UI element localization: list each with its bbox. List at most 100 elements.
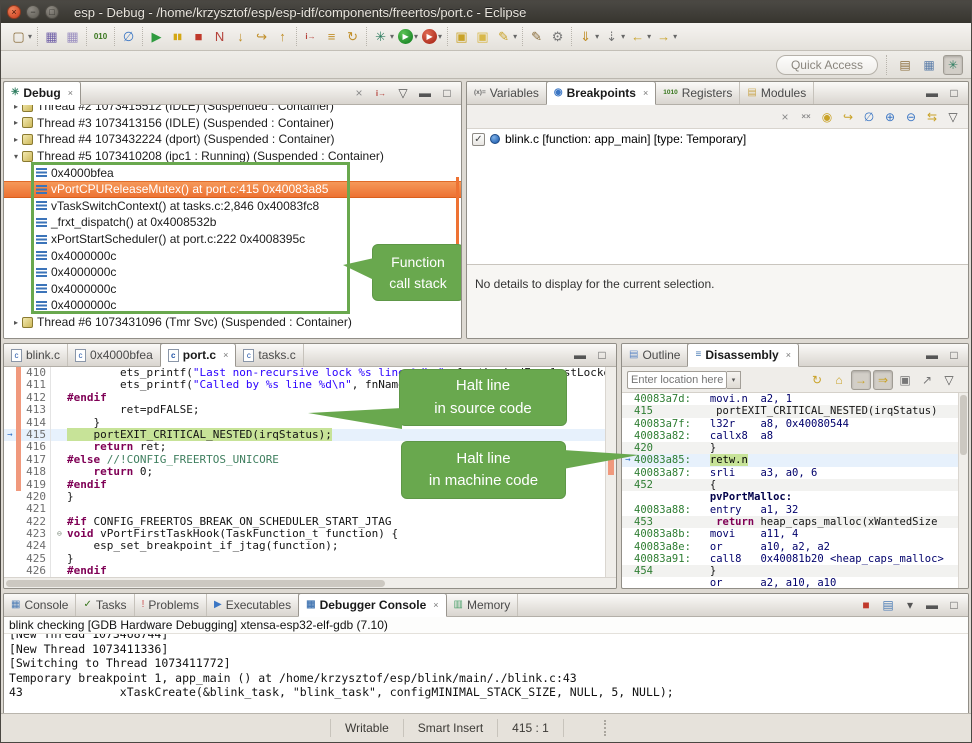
tree-expander-icon[interactable]: ▸	[10, 135, 22, 144]
back-button[interactable]: ←▾	[627, 27, 653, 46]
tab-breakpoints[interactable]: ◉Breakpoints×	[546, 81, 656, 105]
debug-perspective-button[interactable]: ✳	[943, 55, 963, 75]
instruction-stepping-mode-button[interactable]: i→	[371, 83, 391, 103]
open-element-button[interactable]: ▣	[451, 27, 472, 46]
collapse-all-button[interactable]: ⊖	[902, 108, 920, 126]
step-return-button[interactable]: ↑	[272, 27, 293, 46]
tab-tasks[interactable]: ✓Tasks	[76, 594, 134, 616]
remove-breakpoint-button[interactable]: ×	[776, 108, 794, 126]
console-output[interactable]: [New Thread 1073468744][New Thread 10734…	[4, 634, 968, 714]
open-new-view-button[interactable]: ↗	[917, 370, 937, 390]
debug-stack-frame[interactable]: vTaskSwitchContext() at tasks.c:2,846 0x…	[4, 198, 461, 215]
minimize-button[interactable]: ▬	[922, 595, 942, 615]
restart-button[interactable]: ↻	[342, 27, 363, 46]
debug-thread-row[interactable]: ▸Thread #4 1073432224 (dport) (Suspended…	[4, 131, 461, 148]
tab-problems[interactable]: !Problems	[135, 594, 207, 616]
debug-stack-frame[interactable]: 0x4000bfea	[4, 164, 461, 181]
minimize-button[interactable]: ▬	[415, 83, 435, 103]
last-edit-location-button-dropdown[interactable]: ▾	[595, 32, 599, 41]
location-dropdown[interactable]: ▾	[727, 371, 741, 389]
step-over-button[interactable]: ↪	[251, 27, 272, 46]
maximize-button[interactable]: □	[437, 83, 457, 103]
step-into-button[interactable]: ↓	[230, 27, 251, 46]
tab-close-icon[interactable]: ×	[68, 88, 73, 98]
skip-all-breakpoints-button[interactable]: ∅	[118, 27, 139, 46]
disconnect-button[interactable]: N	[209, 27, 230, 46]
editor-horizontal-scrollbar[interactable]	[4, 577, 616, 588]
maximize-button[interactable]: □	[944, 83, 964, 103]
terminate-button[interactable]: ■	[188, 27, 209, 46]
disasm-line[interactable]: 40083a7d: movi.n a2, 1	[622, 393, 968, 405]
mark-occurrences-button[interactable]: ✎	[526, 27, 547, 46]
tree-expander-icon[interactable]: ▸	[10, 118, 22, 127]
debug-thread-row[interactable]: ▸Thread #3 1073413156 (IDLE) (Suspended …	[4, 115, 461, 132]
maximize-button[interactable]: □	[592, 345, 612, 365]
breakpoint-row[interactable]: ✓ blink.c [function: app_main] [type: Te…	[467, 129, 968, 149]
tab-close-icon[interactable]: ×	[433, 600, 438, 610]
minimize-button[interactable]: ▬	[570, 345, 590, 365]
view-menu-button[interactable]: ▽	[939, 370, 959, 390]
minimize-button[interactable]: ▬	[922, 345, 942, 365]
tab-debugger-console[interactable]: ▦Debugger Console×	[298, 593, 446, 617]
show-supported-breakpoints-button[interactable]: ◉	[818, 108, 836, 126]
sync-selection-button[interactable]: ⇒	[873, 370, 893, 390]
minimize-button[interactable]: ▬	[922, 83, 942, 103]
refresh-button[interactable]: ↻	[807, 370, 827, 390]
instruction-stepping-button[interactable]: i→	[300, 27, 321, 46]
disassembly-scrollbar[interactable]	[958, 393, 968, 588]
run-button-dropdown[interactable]: ▾	[414, 32, 418, 41]
tab-port-c[interactable]: cport.c×	[160, 343, 237, 367]
search-button-dropdown[interactable]: ▾	[513, 32, 517, 41]
disasm-line[interactable]: 420 }	[622, 442, 968, 454]
terminate-button[interactable]: ■	[856, 595, 876, 615]
save-all-button[interactable]: ▦	[62, 27, 83, 46]
view-menu-button[interactable]: ▽	[944, 108, 962, 126]
new-wizard-button[interactable]: ▢▾	[8, 27, 34, 46]
link-with-debug-view-button[interactable]: ⇆	[923, 108, 941, 126]
disasm-line[interactable]: 40083a87: srli a3, a0, 6	[622, 467, 968, 479]
disasm-line[interactable]: 40083a82: callx8 a8	[622, 430, 968, 442]
code-line[interactable]: 426#endif	[4, 565, 616, 577]
tab-0x4000bfea[interactable]: c0x4000bfea	[68, 344, 161, 366]
debug-stack-frame[interactable]: _frxt_dispatch() at 0x4008532b	[4, 214, 461, 231]
expand-all-button[interactable]: ⊕	[881, 108, 899, 126]
window-close-icon[interactable]: ×	[7, 5, 21, 19]
build-all-button[interactable]: ⚙	[547, 27, 568, 46]
external-tools-button[interactable]: ▶▾	[420, 28, 444, 45]
window-maximize-icon[interactable]: □	[45, 5, 59, 19]
tree-expander-icon[interactable]: ▸	[10, 105, 22, 111]
disasm-line[interactable]: →40083a85: retw.n	[622, 454, 968, 466]
disasm-line[interactable]: 40083a8b: movi a11, 4	[622, 528, 968, 540]
tab-modules[interactable]: ▤Modules	[740, 82, 814, 104]
disasm-line[interactable]: 452 {	[622, 479, 968, 491]
tab-console[interactable]: ▦Console	[4, 594, 76, 616]
binary-view-button[interactable]: 010	[90, 27, 111, 46]
tab-variables[interactable]: (x)=Variables	[467, 82, 547, 104]
last-edit-location-button[interactable]: ⇓▾	[575, 27, 601, 46]
window-minimize-icon[interactable]: −	[26, 5, 40, 19]
tab-tasks-c[interactable]: ctasks.c	[236, 344, 303, 366]
disassembly-listing[interactable]: 40083a7d: movi.n a2, 1415 portEXIT_CRITI…	[622, 393, 968, 588]
follow-pc-button[interactable]: →	[851, 370, 871, 390]
external-tools-button-dropdown[interactable]: ▾	[438, 32, 442, 41]
new-wizard-button-dropdown[interactable]: ▾	[28, 32, 32, 41]
remove-all-terminated-button[interactable]: ×	[349, 83, 369, 103]
disasm-line[interactable]: 40083a88: entry a1, 32	[622, 504, 968, 516]
remove-all-breakpoints-button[interactable]: ××	[797, 108, 815, 126]
debug-thread-row[interactable]: ▸Thread #2 1073415512 (IDLE) (Suspended …	[4, 105, 461, 115]
debug-stack-frame[interactable]: vPortCPUReleaseMutex() at port.c:415 0x4…	[4, 181, 461, 198]
breakpoint-checkbox[interactable]: ✓	[472, 133, 485, 146]
display-selected-console-button[interactable]: ▤	[878, 595, 898, 615]
maximize-button[interactable]: □	[944, 345, 964, 365]
cpp-perspective-button[interactable]: ▦	[919, 55, 939, 75]
debug-thread-row[interactable]: ▸Thread #6 1073431096 (Tmr Svc) (Suspend…	[4, 314, 461, 331]
disasm-line[interactable]: 453 return heap_caps_malloc(xWantedSize	[622, 516, 968, 528]
location-input[interactable]	[627, 371, 727, 389]
disasm-line[interactable]: 40083a8e: or a10, a2, a2	[622, 541, 968, 553]
tree-expander-icon[interactable]: ▾	[10, 152, 22, 161]
use-step-filters-button[interactable]: ≡	[321, 27, 342, 46]
save-button[interactable]: ▦	[41, 27, 62, 46]
tab-outline[interactable]: ▤Outline	[622, 344, 688, 366]
tab-debug[interactable]: ✳Debug×	[3, 81, 81, 105]
debug-button[interactable]: ✳▾	[370, 27, 396, 46]
